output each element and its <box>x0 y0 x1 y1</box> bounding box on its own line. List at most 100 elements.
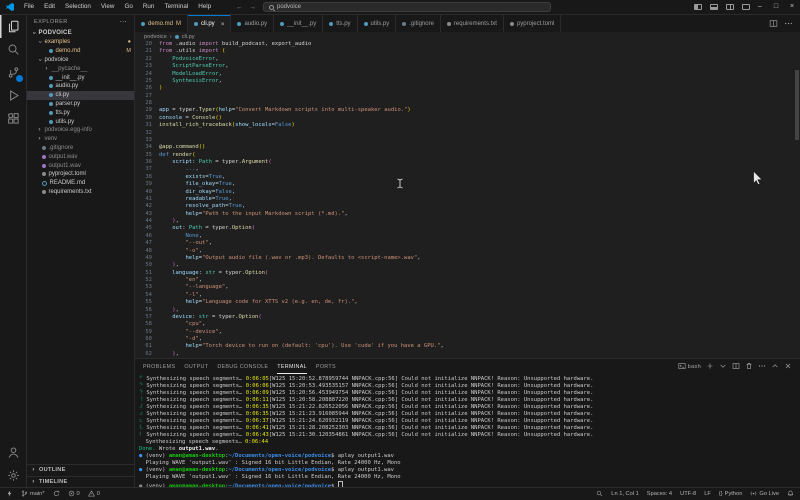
vscode-logo-icon[interactable] <box>6 3 14 11</box>
panel-tab-output[interactable]: OUTPUT <box>184 359 208 374</box>
status-lf[interactable]: LF <box>704 491 711 497</box>
golive-status[interactable]: Go Live <box>750 490 779 499</box>
error-status[interactable]: 0 <box>68 490 80 499</box>
panel-tab-terminal[interactable]: TERMINAL <box>277 359 307 374</box>
sync-status[interactable] <box>53 490 60 499</box>
braces-status[interactable]: {}Python <box>719 491 743 497</box>
toggle-secondary-sidebar-icon[interactable] <box>726 4 734 10</box>
minimize-button[interactable]: – <box>752 0 768 14</box>
more-actions-icon[interactable]: ⋯ <box>120 18 127 26</box>
tree-item--pycache-[interactable]: ›__pycache__ <box>27 64 134 73</box>
close-icon[interactable]: × <box>221 21 225 28</box>
search-icon <box>269 5 274 10</box>
tab-utils-py[interactable]: utils.py <box>358 15 397 32</box>
source-control-icon[interactable] <box>0 61 26 84</box>
code-line-36: 36 script: Path = typer.Argument( <box>135 159 800 166</box>
menu-file[interactable]: File <box>19 0 39 14</box>
explorer-icon[interactable] <box>0 15 26 38</box>
tree-item-demo-md[interactable]: demo.mdM <box>27 47 134 56</box>
search-icon[interactable] <box>0 38 26 61</box>
tree-item-venv[interactable]: ›venv <box>27 135 134 144</box>
close-panel-icon[interactable] <box>784 362 792 372</box>
code-line-49: 49 help="Output audio file (.wav or .mp3… <box>135 255 800 262</box>
customize-layout-icon[interactable] <box>742 4 750 10</box>
panel-actions: bash <box>678 359 792 374</box>
tree-item-tts-py[interactable]: tts.py <box>27 108 134 117</box>
breadcrumb[interactable]: podvoice › cli.py <box>135 32 800 41</box>
branch-status[interactable]: main* <box>21 490 45 499</box>
tab-cli-py[interactable]: cli.py× <box>188 15 231 32</box>
menu-run[interactable]: Run <box>138 0 160 14</box>
breadcrumb-file[interactable]: cli.py <box>182 34 195 40</box>
tree-item-podvoice[interactable]: ›podvoice <box>27 56 134 65</box>
section-timeline[interactable]: ›TIMELINE <box>27 476 134 488</box>
split-editor-icon[interactable] <box>769 15 778 33</box>
tab-tts-py[interactable]: tts.py <box>323 15 357 32</box>
menu-go[interactable]: Go <box>119 0 137 14</box>
panel-tab-debug-console[interactable]: DEBUG CONSOLE <box>217 359 268 374</box>
zoom-status[interactable] <box>596 490 603 499</box>
run-debug-icon[interactable] <box>0 84 26 107</box>
tree-item-label: examples <box>45 39 71 45</box>
new-terminal-icon[interactable] <box>706 362 714 372</box>
maximize-panel-icon[interactable] <box>771 362 779 372</box>
section-outline[interactable]: ›OUTLINE <box>27 464 134 476</box>
more-actions-icon[interactable] <box>758 362 766 372</box>
extensions-icon[interactable] <box>0 107 26 130</box>
tab-demo-md[interactable]: demo.mdM <box>135 15 188 32</box>
tree-item--gitignore[interactable]: .gitignore <box>27 144 134 153</box>
toggle-panel-icon[interactable] <box>710 4 718 10</box>
tree-item-examples[interactable]: ›examples● <box>27 38 134 47</box>
tab--gitignore[interactable]: .gitignore <box>396 15 441 32</box>
menu-view[interactable]: View <box>96 0 120 14</box>
menu-help[interactable]: Help <box>193 0 216 14</box>
command-center-search[interactable]: podvoice <box>263 2 551 12</box>
tree-item-podvoice-egg-info[interactable]: ›podvoice.egg-info <box>27 126 134 135</box>
tab-audio-py[interactable]: audio.py <box>231 15 274 32</box>
tree-item-readme-md[interactable]: README.md <box>27 179 134 188</box>
status-utf-8[interactable]: UTF-8 <box>680 491 696 497</box>
tree-item-cli-py[interactable]: cli.py <box>27 91 134 100</box>
accounts-icon[interactable] <box>0 441 26 464</box>
toggle-sidebar-icon[interactable] <box>694 4 702 10</box>
bell-status[interactable] <box>787 490 794 499</box>
menu-edit[interactable]: Edit <box>39 0 60 14</box>
tree-item-output-wav[interactable]: output.wav <box>27 152 134 161</box>
tree-item--init-py[interactable]: __init__.py <box>27 73 134 82</box>
tree-root-podvoice[interactable]: ›PODVOICE <box>27 28 134 38</box>
breadcrumb-folder[interactable]: podvoice <box>144 34 167 40</box>
restore-button[interactable]: □ <box>768 0 784 14</box>
shell-selector[interactable]: bash <box>678 362 701 372</box>
panel-tab-problems[interactable]: PROBLEMS <box>143 359 175 374</box>
launch-profile-chevron-icon[interactable] <box>719 362 727 372</box>
tab--init-py[interactable]: __init__.py <box>274 15 323 32</box>
remote-status[interactable] <box>6 490 13 499</box>
menu-selection[interactable]: Selection <box>60 0 96 14</box>
menu-terminal[interactable]: Terminal <box>159 0 193 14</box>
status-spaces-4[interactable]: Spaces: 4 <box>647 491 672 497</box>
tree-item-label: requirements.txt <box>49 189 92 195</box>
warning-status[interactable]: 0 <box>88 490 100 499</box>
line-number: 59 <box>135 329 159 336</box>
tree-item-output1-wav[interactable]: output1.wav <box>27 161 134 170</box>
kill-terminal-icon[interactable] <box>745 362 753 372</box>
split-terminal-icon[interactable] <box>732 362 740 372</box>
terminal-output[interactable]: ⠋ Synthesizing speech segments… 0:06:05[… <box>135 374 800 487</box>
tree-item-audio-py[interactable]: audio.py <box>27 82 134 91</box>
panel-tab-ports[interactable]: PORTS <box>316 359 336 374</box>
tree-item-utils-py[interactable]: utils.py <box>27 117 134 126</box>
code-editor[interactable]: 20from .audio import build_podcast, expo… <box>135 41 800 358</box>
tab-pyproject-toml[interactable]: pyproject.toml <box>504 15 561 32</box>
settings-icon[interactable] <box>0 464 26 487</box>
tree-item-parser-py[interactable]: parser.py <box>27 100 134 109</box>
forward-icon[interactable]: → <box>249 4 256 11</box>
back-icon[interactable]: ← <box>236 4 243 11</box>
close-button[interactable]: × <box>784 0 800 14</box>
status-label: UTF-8 <box>680 491 696 497</box>
tab-requirements-txt[interactable]: requirements.txt <box>441 15 504 32</box>
tree-item-pyproject-toml[interactable]: pyproject.toml <box>27 170 134 179</box>
tree-item-requirements-txt[interactable]: requirements.txt <box>27 188 134 197</box>
editor-scrollbar[interactable] <box>795 70 799 140</box>
status-ln-1-col-1[interactable]: Ln 1, Col 1 <box>611 491 639 497</box>
more-actions-icon[interactable] <box>784 15 793 33</box>
